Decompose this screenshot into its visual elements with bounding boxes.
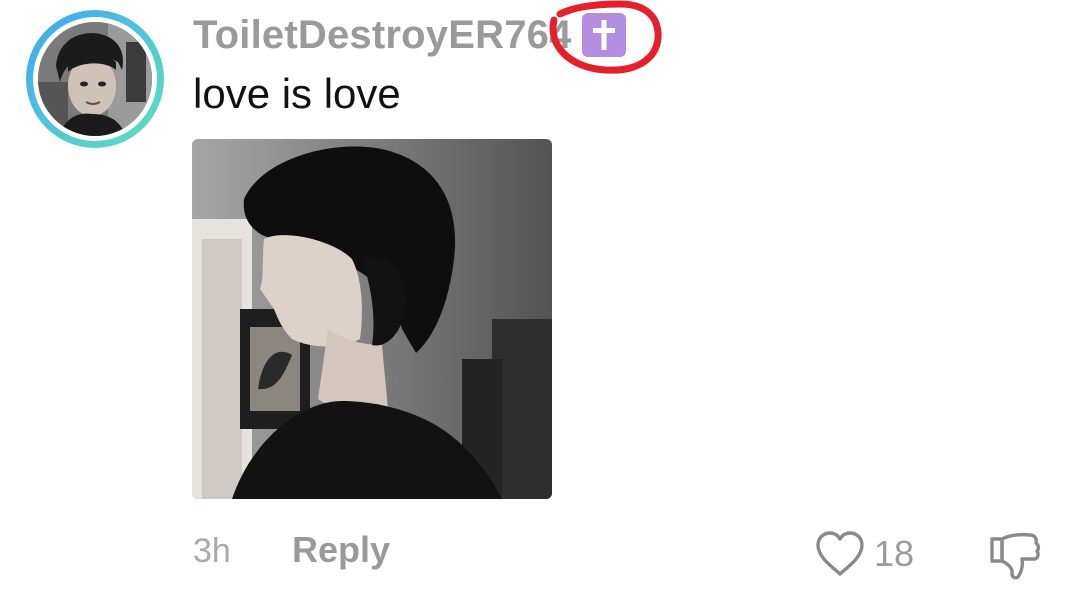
avatar-photo — [38, 22, 152, 136]
avatar[interactable] — [26, 10, 164, 148]
like-count: 18 — [874, 533, 915, 574]
avatar-ring-gap — [33, 17, 157, 141]
thumbs-down-icon[interactable] — [988, 529, 1042, 583]
avatar-portrait-image — [38, 22, 152, 136]
timestamp: 3h — [193, 532, 231, 570]
highlight-circle-annotation — [549, 0, 662, 74]
like-button[interactable]: 18 — [814, 528, 914, 580]
reply-button[interactable]: Reply — [292, 526, 390, 574]
comment-text: love is love — [193, 70, 401, 117]
heart-outline-icon — [816, 531, 864, 576]
attached-portrait-image — [192, 139, 552, 499]
attached-photo[interactable] — [192, 139, 552, 499]
username[interactable]: ToiletDestroyER764 — [193, 13, 572, 58]
